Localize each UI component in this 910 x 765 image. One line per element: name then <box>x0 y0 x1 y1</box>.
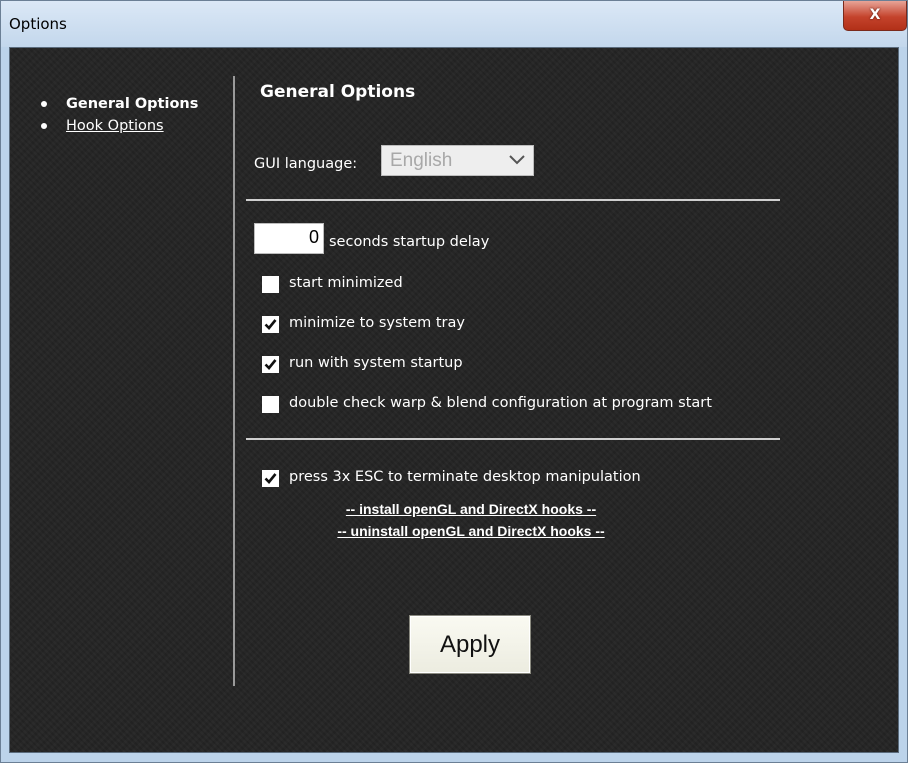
apply-button[interactable]: Apply <box>409 615 531 674</box>
bullet-icon <box>41 101 47 107</box>
title-bar: Options X <box>1 1 907 47</box>
gui-language-select[interactable]: English <box>381 145 534 176</box>
separator-line <box>246 199 780 201</box>
bullet-icon <box>41 123 47 129</box>
separator-line <box>246 438 780 440</box>
window-title: Options <box>9 15 67 33</box>
install-hooks-link[interactable]: -- install openGL and DirectX hooks -- <box>221 501 721 517</box>
minimize-to-tray-checkbox[interactable] <box>262 316 279 333</box>
nav-item-general-options[interactable]: General Options <box>40 93 198 115</box>
nav-item-label[interactable]: General Options <box>66 96 198 112</box>
nav-item-hook-options[interactable]: Hook Options <box>40 115 198 137</box>
start-minimized-label: start minimized <box>289 275 403 291</box>
checkmark-icon <box>264 319 277 330</box>
close-icon[interactable]: X <box>870 7 881 23</box>
start-minimized-checkbox[interactable] <box>262 276 279 293</box>
startup-delay-value: 0 <box>308 227 319 247</box>
gui-language-label: GUI language: <box>254 156 358 172</box>
nav-item-label[interactable]: Hook Options <box>66 118 164 134</box>
gui-language-value: English <box>390 150 453 171</box>
close-button[interactable]: X <box>843 1 907 31</box>
uninstall-hooks-link[interactable]: -- uninstall openGL and DirectX hooks -- <box>221 523 721 539</box>
options-panel: General Options Hook Options General Opt… <box>9 47 899 753</box>
checkmark-icon <box>264 359 277 370</box>
checkmark-icon <box>264 473 277 484</box>
double-check-warp-checkbox[interactable] <box>262 396 279 413</box>
run-with-startup-label: run with system startup <box>289 355 463 371</box>
double-check-warp-label: double check warp & blend configuration … <box>289 395 712 411</box>
chevron-down-icon <box>509 155 525 165</box>
esc-terminate-checkbox[interactable] <box>262 470 279 487</box>
esc-terminate-label: press 3x ESC to terminate desktop manipu… <box>289 469 641 485</box>
options-window: Options X General Options Hook Options G… <box>0 0 908 763</box>
startup-delay-input[interactable]: 0 <box>254 223 324 254</box>
run-with-startup-checkbox[interactable] <box>262 356 279 373</box>
options-nav: General Options Hook Options <box>40 93 198 137</box>
section-title: General Options <box>260 82 416 102</box>
vertical-divider <box>233 76 235 686</box>
minimize-to-tray-label: minimize to system tray <box>289 315 465 331</box>
startup-delay-label: seconds startup delay <box>329 234 490 250</box>
